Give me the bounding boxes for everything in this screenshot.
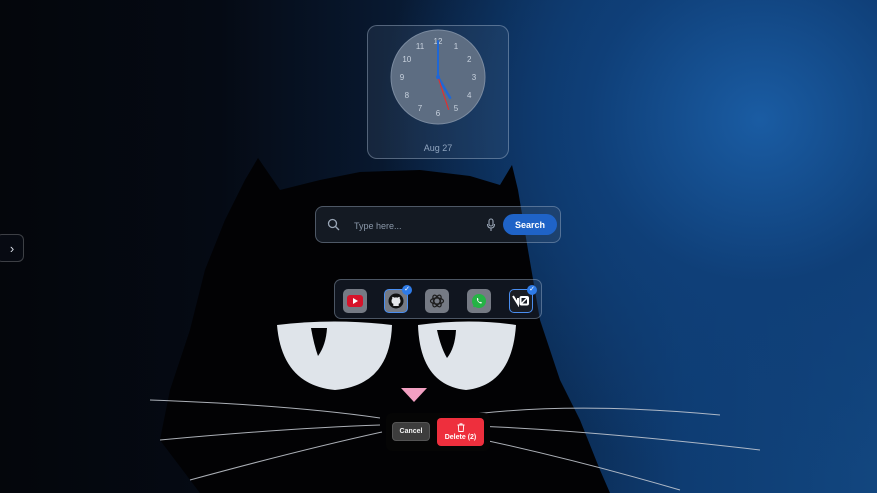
shortcut-v0[interactable]: ✓	[509, 285, 537, 313]
selected-check-icon: ✓	[527, 285, 537, 295]
github-icon	[388, 293, 404, 309]
chevron-right-icon: ›	[9, 240, 15, 256]
v0-icon	[512, 295, 529, 307]
microphone-icon[interactable]	[486, 218, 496, 232]
clock-number: 4	[467, 91, 472, 100]
search-button[interactable]: Search	[503, 214, 557, 235]
clock-number: 7	[418, 104, 423, 113]
cancel-button[interactable]: Cancel	[392, 422, 430, 441]
shortcut-bar: ✓ ✓	[334, 279, 542, 319]
search-input[interactable]	[352, 216, 476, 236]
clock-center	[436, 75, 440, 79]
trash-icon	[457, 423, 464, 432]
clock-number: 9	[400, 73, 405, 82]
shortcut-github[interactable]: ✓	[384, 285, 412, 313]
clock-number: 11	[416, 42, 425, 51]
clock-number: 10	[402, 55, 411, 64]
clock-date: Aug 27	[423, 143, 453, 153]
clock-number: 2	[467, 55, 472, 64]
clock-number: 6	[436, 109, 441, 118]
search-bar: Search	[315, 206, 561, 243]
bulk-action-bar: Cancel Delete (2)	[386, 413, 490, 451]
shortcut-whatsapp[interactable]	[467, 289, 491, 313]
clock-number: 5	[454, 104, 459, 113]
clock-widget: 121234567891011 Aug 27	[367, 25, 509, 159]
whatsapp-icon	[472, 294, 486, 308]
clock-number: 1	[454, 42, 459, 51]
clock-number: 8	[405, 91, 410, 100]
openai-icon	[429, 294, 445, 308]
delete-button[interactable]: Delete (2)	[437, 418, 484, 446]
shortcut-openai[interactable]	[425, 289, 449, 313]
delete-button-label: Delete (2)	[444, 434, 477, 441]
sidebar-toggle-button[interactable]: ›	[0, 234, 24, 262]
analog-clock: 121234567891011	[390, 29, 486, 125]
youtube-icon	[347, 295, 363, 307]
clock-number: 3	[472, 73, 477, 82]
search-icon	[327, 218, 340, 231]
shortcut-youtube[interactable]	[343, 289, 367, 313]
selected-check-icon: ✓	[402, 285, 412, 295]
